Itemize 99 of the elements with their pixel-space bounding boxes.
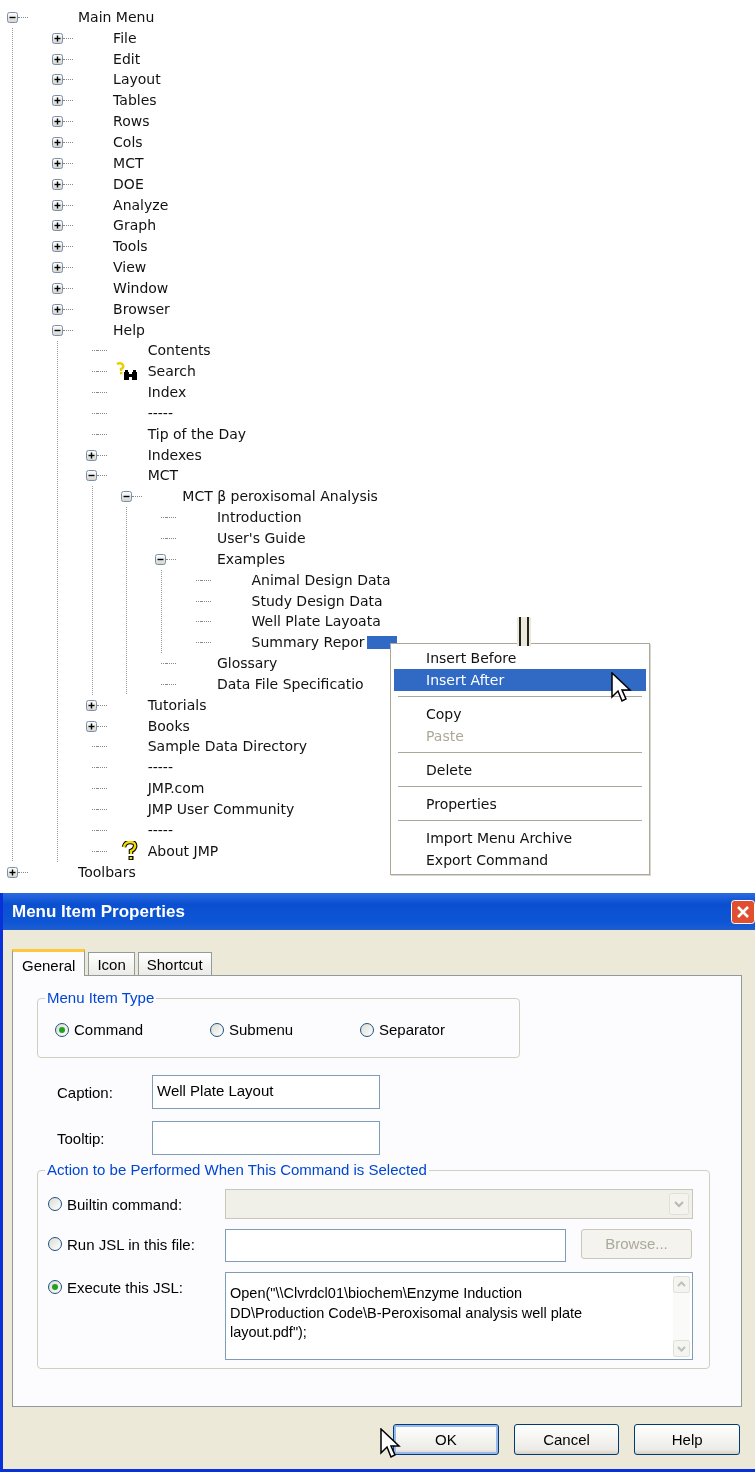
menu-item[interactable]: Insert After: [394, 669, 646, 691]
tab[interactable]: General: [12, 949, 86, 976]
tree-item[interactable]: Toolbars: [78, 863, 136, 881]
text-field[interactable]: [152, 1121, 380, 1155]
tree-item[interactable]: Well Plate Layoata: [251, 613, 381, 631]
collapse-toggle[interactable]: [120, 491, 132, 503]
dialog-button[interactable]: Help: [634, 1424, 740, 1455]
tree-item[interactable]: Indexes: [147, 446, 202, 464]
expand-toggle[interactable]: [51, 32, 63, 44]
tree-item[interactable]: Cols: [113, 134, 143, 151]
pointer-icon: [380, 1428, 402, 1460]
expand-toggle[interactable]: [51, 157, 63, 169]
tab[interactable]: Icon: [88, 952, 135, 975]
radio-label[interactable]: Command: [74, 1021, 144, 1038]
tree-item[interactable]: DOE: [113, 175, 144, 193]
expand-toggle[interactable]: [51, 137, 63, 148]
tree-item[interactable]: Summary Repor: [251, 634, 397, 652]
radio-button[interactable]: [360, 1022, 374, 1037]
tree-item[interactable]: Graph: [113, 217, 157, 235]
tree-item[interactable]: Rows: [113, 113, 150, 131]
tree-item[interactable]: MCT: [113, 154, 144, 172]
tree-item[interactable]: Help: [113, 321, 145, 339]
collapse-toggle[interactable]: [51, 324, 63, 336]
menu-item[interactable]: Insert Before: [394, 647, 646, 669]
tree-item[interactable]: User's Guide: [216, 530, 306, 547]
tree-item[interactable]: Main Menu: [78, 8, 155, 26]
expand-toggle[interactable]: [6, 866, 18, 878]
expand-toggle[interactable]: [51, 74, 63, 86]
dialog-button[interactable]: OK: [393, 1424, 499, 1455]
tree-item[interactable]: JMP.com: [147, 780, 205, 798]
tree-item[interactable]: View: [113, 259, 147, 277]
tree-item[interactable]: Sample Data Directory: [147, 738, 308, 756]
expand-toggle[interactable]: [51, 178, 63, 190]
radio-button[interactable]: [48, 1237, 62, 1251]
menu-item[interactable]: Import Menu Archive: [394, 827, 646, 849]
collapse-toggle[interactable]: [86, 470, 98, 482]
expand-toggle[interactable]: [86, 449, 98, 461]
tree-item[interactable]: Window: [113, 279, 169, 297]
text-field[interactable]: Well Plate Layout: [152, 1075, 380, 1109]
tree-item[interactable]: Data File Specificatio: [216, 675, 364, 693]
expand-toggle[interactable]: [86, 720, 98, 732]
tree-item[interactable]: MCT: [147, 467, 179, 485]
script-field[interactable]: Open("\\Clvrdcl01\biochem\Enzyme Induction DD\Production Code\B-Peroxisomal analysis well plate layout.pdf");: [225, 1272, 693, 1360]
tree-item[interactable]: -----: [147, 404, 173, 422]
menu-item[interactable]: Export Command: [394, 849, 646, 871]
expand-toggle[interactable]: [51, 95, 63, 107]
expand-toggle[interactable]: [51, 241, 63, 253]
expand-toggle[interactable]: [51, 199, 63, 211]
tree-item[interactable]: Search: [147, 363, 196, 381]
menu-item[interactable]: Properties: [394, 793, 646, 815]
radio-button[interactable]: [210, 1022, 224, 1037]
collapse-toggle[interactable]: [155, 553, 167, 565]
tree-item[interactable]: About JMP: [147, 842, 219, 860]
tree-item[interactable]: Tools: [113, 238, 148, 256]
tree-item[interactable]: Analyze: [113, 196, 169, 214]
tree-item[interactable]: -----: [147, 821, 173, 839]
tree-item[interactable]: Contents: [147, 342, 211, 360]
menu-item[interactable]: Delete: [394, 759, 646, 781]
menu-item[interactable]: Copy: [394, 703, 646, 725]
tree-item[interactable]: Tables: [113, 92, 157, 110]
tree-item[interactable]: Examples: [216, 550, 285, 568]
tab[interactable]: Shortcut: [137, 952, 212, 975]
radio-button[interactable]: [55, 1022, 69, 1037]
expand-toggle[interactable]: [51, 262, 63, 274]
radio-label[interactable]: Execute this JSL:: [67, 1278, 183, 1296]
tree-item[interactable]: Index: [147, 384, 187, 402]
close-button[interactable]: [731, 899, 755, 924]
tree-item[interactable]: Glossary: [216, 655, 278, 673]
field-label: Caption:: [57, 1083, 114, 1101]
expand-toggle[interactable]: [86, 699, 98, 711]
tree-item[interactable]: Tip of the Day: [147, 425, 247, 443]
window-title: Menu Item Properties: [12, 901, 185, 922]
tree-item[interactable]: Edit: [113, 50, 141, 68]
expand-toggle[interactable]: [51, 303, 63, 315]
tree-item[interactable]: Study Design Data: [251, 592, 383, 610]
collapse-toggle[interactable]: [6, 11, 18, 23]
dialog-button[interactable]: Cancel: [513, 1424, 620, 1455]
tree-item[interactable]: Browser: [113, 300, 170, 318]
tree-item[interactable]: JMP User Community: [147, 801, 295, 818]
tree-item[interactable]: File: [113, 29, 137, 47]
tree-item[interactable]: Animal Design Data: [251, 571, 391, 589]
radio-label[interactable]: Run JSL in this file:: [67, 1235, 195, 1253]
field-label: Tooltip:: [57, 1129, 106, 1147]
radio-label[interactable]: Separator: [379, 1021, 445, 1038]
tree-item[interactable]: -----: [147, 759, 173, 777]
pointer-icon: [611, 672, 633, 704]
expand-toggle[interactable]: [51, 282, 63, 294]
radio-button[interactable]: [48, 1280, 62, 1294]
tree-item[interactable]: Introduction: [216, 509, 302, 527]
expand-toggle[interactable]: [51, 220, 63, 232]
radio-label[interactable]: Submenu: [229, 1021, 294, 1038]
tree-item[interactable]: Tutorials: [147, 696, 207, 714]
tree-item[interactable]: Layout: [113, 71, 161, 89]
insertion-marker-icon: [516, 617, 532, 646]
tree-item[interactable]: Books: [147, 717, 190, 735]
expand-toggle[interactable]: [51, 53, 63, 65]
file-path-field[interactable]: [225, 1229, 566, 1262]
expand-toggle[interactable]: [51, 116, 63, 128]
tree-item[interactable]: MCT β peroxisomal Analysis: [182, 488, 378, 506]
